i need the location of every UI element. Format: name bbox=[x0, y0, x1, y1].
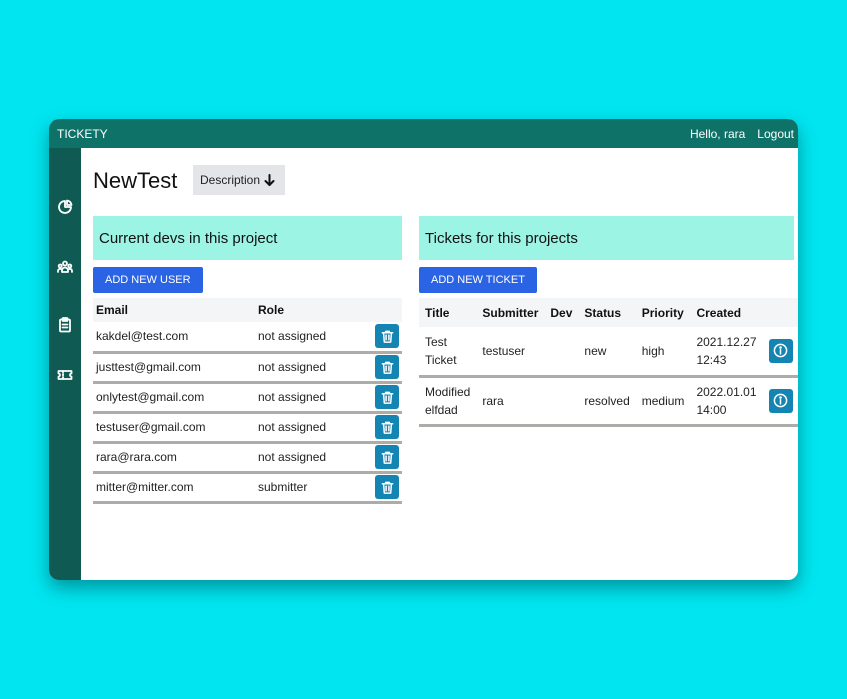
greeting-text: Hello, rara bbox=[689, 126, 746, 141]
logout-link[interactable]: Logout bbox=[757, 127, 794, 141]
sidebar bbox=[49, 148, 81, 580]
add-new-ticket-button[interactable]: ADD NEW TICKET bbox=[419, 267, 537, 293]
delete-dev-button[interactable] bbox=[375, 415, 399, 439]
trash-icon bbox=[381, 481, 393, 494]
sidebar-item-users[interactable] bbox=[49, 255, 81, 279]
dev-email: mitter@mitter.com bbox=[93, 472, 255, 504]
dev-actions bbox=[359, 412, 402, 444]
clipboard-icon bbox=[59, 317, 71, 333]
column-header-status[interactable]: Status bbox=[578, 298, 635, 327]
trash-icon bbox=[381, 451, 393, 464]
dev-role: not assigned bbox=[255, 352, 360, 384]
ticket-icon bbox=[57, 370, 73, 380]
trash-icon bbox=[381, 421, 393, 434]
devs-panel: Current devs in this project ADD NEW USE… bbox=[93, 216, 402, 504]
column-header-actions bbox=[763, 298, 799, 327]
main-content: NewTest Description Current devs in this… bbox=[81, 148, 798, 580]
dev-role: not assigned bbox=[255, 322, 360, 354]
ticket-priority: medium bbox=[635, 376, 691, 427]
devs-panel-header: Current devs in this project bbox=[93, 216, 402, 260]
ticket-dev bbox=[544, 376, 579, 427]
tickets-table: Title Submitter Dev Status Priority Crea… bbox=[419, 298, 798, 427]
dev-row: testuser@gmail.com not assigned bbox=[93, 412, 402, 444]
ticket-status: new bbox=[578, 327, 636, 378]
dev-row: justtest@gmail.com not assigned bbox=[93, 352, 402, 384]
column-header-role[interactable]: Role bbox=[255, 298, 360, 322]
column-header-actions bbox=[360, 298, 402, 322]
delete-dev-button[interactable] bbox=[375, 355, 399, 379]
dev-role: not assigned bbox=[255, 412, 360, 444]
column-header-dev[interactable]: Dev bbox=[544, 298, 578, 327]
dev-actions bbox=[359, 472, 402, 504]
dev-email: kakdel@test.com bbox=[93, 322, 255, 354]
sidebar-item-tasks[interactable] bbox=[49, 313, 81, 337]
sidebar-item-dashboard[interactable] bbox=[49, 195, 81, 219]
info-icon bbox=[773, 393, 788, 408]
trash-icon bbox=[381, 361, 393, 374]
app-window: TICKETY Hello, rara Logout NewTest Descr… bbox=[49, 119, 798, 580]
delete-dev-button[interactable] bbox=[375, 475, 399, 499]
arrow-down-icon bbox=[264, 174, 275, 186]
ticket-row: Test Ticket testuser new high 2021.12.27 12:… bbox=[419, 327, 798, 378]
devs-table: Email Role kakdel@test.com not assigned ju… bbox=[93, 298, 402, 504]
tickets-panel: Tickets for this projects ADD NEW TICKET… bbox=[419, 216, 798, 427]
delete-dev-button[interactable] bbox=[375, 385, 399, 409]
user-menu: Hello, rara Logout bbox=[690, 127, 794, 141]
devs-table-header: Email Role bbox=[93, 298, 402, 322]
dev-role: submitter bbox=[255, 472, 360, 504]
app-brand[interactable]: TICKETY bbox=[57, 127, 108, 141]
dev-actions bbox=[359, 382, 402, 414]
ticket-details-button[interactable] bbox=[768, 388, 793, 413]
dev-email: testuser@gmail.com bbox=[93, 412, 255, 444]
delete-dev-button[interactable] bbox=[375, 324, 399, 349]
ticket-submitter: rara bbox=[476, 376, 545, 427]
dev-email: onlytest@gmail.com bbox=[93, 382, 255, 414]
dev-role: not assigned bbox=[255, 382, 360, 414]
ticket-actions bbox=[762, 327, 798, 378]
column-header-created[interactable]: Created bbox=[690, 298, 762, 327]
project-title: NewTest bbox=[93, 168, 178, 193]
dev-row: rara@rara.com not assigned bbox=[93, 442, 402, 474]
ticket-actions bbox=[762, 376, 798, 427]
ticket-status: resolved bbox=[578, 376, 636, 427]
ticket-title: Modified elfdad bbox=[419, 376, 477, 427]
description-label: Description bbox=[200, 173, 261, 187]
ticket-submitter: testuser bbox=[476, 327, 545, 378]
add-new-user-button[interactable]: ADD NEW USER bbox=[93, 267, 203, 293]
ticket-title: Test Ticket bbox=[419, 327, 477, 378]
description-toggle-button[interactable]: Description bbox=[193, 165, 286, 195]
dev-actions bbox=[359, 322, 402, 354]
tickets-table-header: Title Submitter Dev Status Priority Crea… bbox=[419, 298, 798, 327]
column-header-submitter[interactable]: Submitter bbox=[476, 298, 544, 327]
tickets-panel-header: Tickets for this projects bbox=[419, 216, 794, 260]
dev-row: mitter@mitter.com submitter bbox=[93, 472, 402, 504]
sidebar-item-tickets[interactable] bbox=[49, 363, 81, 387]
info-icon bbox=[773, 343, 788, 358]
column-header-email[interactable]: Email bbox=[93, 298, 255, 322]
dev-actions bbox=[359, 352, 402, 384]
users-icon bbox=[57, 260, 73, 273]
column-header-priority[interactable]: Priority bbox=[636, 298, 691, 327]
dev-email: rara@rara.com bbox=[93, 442, 255, 474]
ticket-created: 2021.12.27 12:43 bbox=[690, 327, 763, 378]
dev-role: not assigned bbox=[255, 442, 360, 474]
ticket-row: Modified elfdad rara resolved medium 2022.01… bbox=[419, 376, 798, 427]
dev-actions bbox=[359, 442, 402, 474]
dev-row: onlytest@gmail.com not assigned bbox=[93, 382, 402, 414]
trash-icon bbox=[381, 330, 393, 343]
top-navbar: TICKETY Hello, rara Logout bbox=[49, 119, 798, 148]
ticket-priority: high bbox=[635, 327, 691, 378]
pie-chart-icon bbox=[58, 199, 73, 214]
trash-icon bbox=[381, 391, 393, 404]
column-header-title[interactable]: Title bbox=[419, 298, 476, 327]
dev-email: justtest@gmail.com bbox=[93, 352, 255, 384]
delete-dev-button[interactable] bbox=[375, 445, 399, 469]
ticket-created: 2022.01.01 14:00 bbox=[690, 376, 763, 427]
dev-row: kakdel@test.com not assigned bbox=[93, 322, 402, 354]
ticket-details-button[interactable] bbox=[768, 338, 793, 363]
ticket-dev bbox=[544, 327, 579, 378]
